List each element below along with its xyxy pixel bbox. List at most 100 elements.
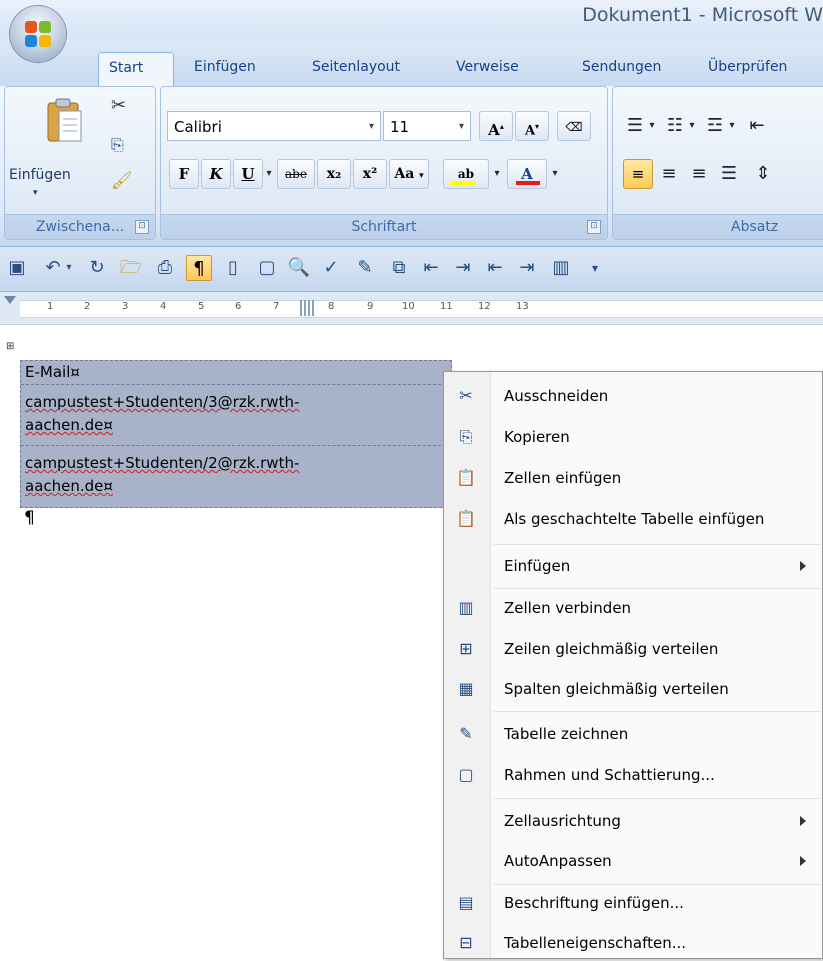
menu-item-zeilen-verteilen[interactable]: ⊞ Zeilen gleichmäßig verteilen bbox=[444, 631, 822, 667]
redo-icon[interactable]: ↻ bbox=[84, 255, 110, 281]
increase-indent-icon[interactable]: ⇥ bbox=[450, 255, 476, 281]
paste-label: Einfügen bbox=[9, 167, 71, 183]
chevron-down-icon[interactable]: ▾ bbox=[549, 159, 561, 189]
strikethrough-button[interactable]: abe bbox=[277, 159, 315, 189]
justify-icon[interactable]: ☰ bbox=[715, 159, 743, 189]
new-document-icon[interactable]: ▯ bbox=[220, 255, 246, 281]
menu-separator bbox=[494, 711, 820, 712]
font-color-button[interactable]: A bbox=[507, 159, 547, 189]
chevron-down-icon[interactable]: ▾ bbox=[645, 111, 659, 141]
columns-icon[interactable]: ▥ bbox=[548, 255, 574, 281]
decrease-indent-icon[interactable]: ⇤ bbox=[418, 255, 444, 281]
menu-item-zellen-verbinden[interactable]: ▥ Zellen verbinden bbox=[444, 590, 822, 626]
table-cell[interactable]: E-Mail¤ bbox=[21, 361, 451, 385]
cut-icon[interactable]: ✂ bbox=[111, 95, 126, 116]
font-group-label: Schriftart bbox=[161, 214, 607, 239]
customize-toolbar-icon[interactable]: ▾ bbox=[582, 255, 608, 281]
align-center-icon[interactable]: ≡ bbox=[655, 159, 683, 189]
italic-button[interactable]: K bbox=[201, 159, 231, 189]
indent-marker-icon[interactable] bbox=[4, 296, 16, 304]
selected-table[interactable]: E-Mail¤ campustest+Studenten/3@rzk.rwth-… bbox=[20, 360, 452, 508]
align-right-icon[interactable]: ≡ bbox=[685, 159, 713, 189]
menu-item-rahmen-schattierung[interactable]: ▢ Rahmen und Schattierung... bbox=[444, 757, 822, 793]
title-bar: Dokument1 - Microsoft W bbox=[0, 0, 823, 40]
highlight-label: ab bbox=[457, 167, 475, 181]
table-cell[interactable]: campustest+Studenten/2@rzk.rwth- aachen.… bbox=[21, 446, 451, 507]
change-case-button[interactable]: Aa ▾ bbox=[389, 159, 429, 189]
clear-formatting-button[interactable]: ⌫ bbox=[557, 111, 591, 141]
highlight-button[interactable]: ab bbox=[443, 159, 489, 189]
menu-item-zellen-einfuegen[interactable]: 📋 Zellen einfügen bbox=[444, 460, 822, 496]
tab-ueberpruefen[interactable]: Überprüfen bbox=[698, 52, 797, 86]
menu-item-label: Als geschachtelte Tabelle einfügen bbox=[504, 510, 765, 528]
office-button[interactable] bbox=[10, 6, 66, 62]
chevron-down-icon[interactable]: ▾ bbox=[263, 159, 275, 189]
chevron-down-icon[interactable]: ▾ bbox=[491, 159, 503, 189]
spelling-icon[interactable]: ✓ bbox=[318, 255, 344, 281]
grow-font-button[interactable]: A▴ bbox=[479, 111, 513, 141]
font-launcher-icon[interactable]: ⊡ bbox=[587, 220, 601, 234]
copy-icon[interactable]: ⎘ bbox=[111, 135, 124, 155]
insert-object-icon[interactable]: ⧉ bbox=[386, 255, 412, 281]
menu-item-als-geschachtelte-tabelle[interactable]: 📋 Als geschachtelte Tabelle einfügen bbox=[444, 501, 822, 537]
subscript-button[interactable]: x₂ bbox=[317, 159, 351, 189]
menu-separator bbox=[494, 588, 820, 589]
format-painter-icon[interactable]: 🖌 bbox=[111, 171, 133, 191]
chevron-down-icon[interactable]: ▾ bbox=[62, 255, 76, 281]
bold-button[interactable]: F bbox=[169, 159, 199, 189]
decrease-indent-icon[interactable]: ⇤ bbox=[743, 111, 771, 141]
font-group: Calibri ▾ 11 ▾ A▴ A▾ ⌫ F K U ▾ abe x₂ x²… bbox=[160, 86, 608, 240]
menu-item-label: AutoAnpassen bbox=[504, 852, 612, 870]
chevron-down-icon[interactable]: ▾ bbox=[685, 111, 699, 141]
font-label-text: Schriftart bbox=[351, 219, 417, 235]
page-icon[interactable]: ▢ bbox=[254, 255, 280, 281]
clipboard-group-label: Zwischena... bbox=[5, 214, 155, 239]
column-marker[interactable] bbox=[300, 300, 314, 316]
menu-item-zellausrichtung[interactable]: Zellausrichtung bbox=[444, 803, 822, 839]
indent-right-icon[interactable]: ⇥ bbox=[514, 255, 540, 281]
tab-seitenlayout[interactable]: Seitenlayout bbox=[302, 52, 410, 86]
menu-item-tabelleneigenschaften[interactable]: ⊟ Tabelleneigenschaften... bbox=[444, 925, 822, 961]
print-preview-icon[interactable]: 🔍 bbox=[286, 255, 312, 281]
menu-item-tabelle-zeichnen[interactable]: ✎ Tabelle zeichnen bbox=[444, 716, 822, 752]
tab-start[interactable]: Start bbox=[98, 52, 174, 87]
table-cell[interactable]: campustest+Studenten/3@rzk.rwth- aachen.… bbox=[21, 385, 451, 446]
open-folder-icon[interactable]: 🗁 bbox=[118, 255, 144, 281]
menu-item-autoanpassen[interactable]: AutoAnpassen bbox=[444, 843, 822, 879]
menu-item-spalten-verteilen[interactable]: ▦ Spalten gleichmäßig verteilen bbox=[444, 671, 822, 707]
paste-icon[interactable] bbox=[45, 97, 85, 145]
font-size-combo[interactable]: 11 ▾ bbox=[383, 111, 471, 141]
print-icon[interactable]: ⎙ bbox=[152, 255, 178, 281]
menu-item-einfuegen-submenu[interactable]: Einfügen bbox=[444, 548, 822, 584]
edit-icon[interactable]: ✎ bbox=[352, 255, 378, 281]
paragraph-group-label: Absatz bbox=[613, 214, 823, 239]
chevron-down-icon[interactable]: ▾ bbox=[459, 112, 464, 142]
underline-button[interactable]: U bbox=[233, 159, 263, 189]
paste-button[interactable]: Einfügen ▾ bbox=[9, 167, 71, 199]
horizontal-ruler[interactable]: 1 2 3 4 5 6 7 8 9 10 11 12 13 bbox=[0, 292, 823, 325]
menu-item-kopieren[interactable]: ⎘ Kopieren bbox=[444, 419, 822, 455]
menu-item-beschriftung[interactable]: ▤ Beschriftung einfügen... bbox=[444, 885, 822, 921]
tab-sendungen[interactable]: Sendungen bbox=[572, 52, 671, 86]
clipboard-label-text: Zwischena... bbox=[35, 219, 125, 235]
shrink-font-button[interactable]: A▾ bbox=[515, 111, 549, 141]
show-formatting-icon[interactable]: ¶ bbox=[186, 255, 212, 281]
clipboard-launcher-icon[interactable]: ⊡ bbox=[135, 220, 149, 234]
indent-left-icon[interactable]: ⇤ bbox=[482, 255, 508, 281]
font-color-bar bbox=[516, 181, 540, 185]
tab-verweise[interactable]: Verweise bbox=[446, 52, 529, 86]
chevron-down-icon: ▾ bbox=[33, 188, 38, 198]
tab-einfuegen[interactable]: Einfügen bbox=[184, 52, 266, 86]
change-case-label: Aa bbox=[394, 166, 415, 182]
save-icon[interactable]: ▣ bbox=[4, 255, 30, 281]
menu-item-ausschneiden[interactable]: ✂ Ausschneiden bbox=[444, 378, 822, 414]
line-spacing-icon[interactable]: ⇕ bbox=[749, 159, 777, 189]
cell-text: aachen.de¤ bbox=[25, 416, 113, 434]
align-left-button[interactable]: ≡ bbox=[623, 159, 653, 189]
font-name-value: Calibri bbox=[174, 118, 222, 136]
chevron-down-icon[interactable]: ▾ bbox=[369, 112, 374, 142]
superscript-button[interactable]: x² bbox=[353, 159, 387, 189]
chevron-down-icon[interactable]: ▾ bbox=[725, 111, 739, 141]
font-name-combo[interactable]: Calibri ▾ bbox=[167, 111, 381, 141]
table-move-handle-icon[interactable]: ⊞ bbox=[6, 341, 14, 352]
